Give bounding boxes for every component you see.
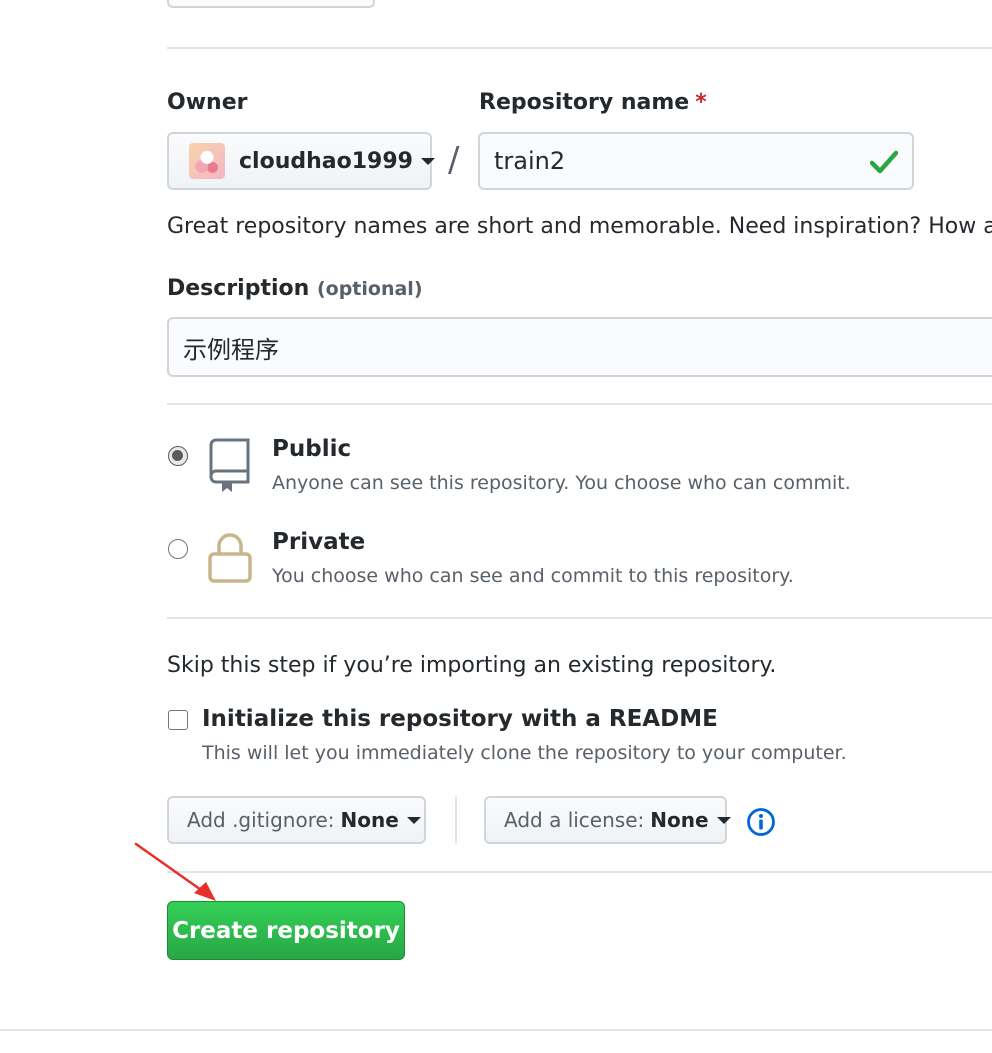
description-value: 示例程序 [183,335,279,364]
annotation-arrow-icon [134,842,216,901]
license-select-button[interactable]: Add a license: None [484,796,731,844]
divider [167,871,992,873]
owner-username: cloudhao1999 [239,148,413,174]
private-title: Private [272,529,366,555]
public-radio[interactable] [168,446,188,466]
gitignore-label: Add .gitignore: [187,808,335,832]
chevron-down-icon [420,157,435,165]
gitignore-value: None [340,808,399,832]
license-label: Add a license: [504,808,645,832]
required-mark: * [695,90,707,115]
chevron-down-icon [406,816,421,824]
select-separator [455,796,457,844]
license-value: None [650,808,709,832]
lock-icon [208,533,252,583]
repo-name-value: train2 [494,147,566,175]
create-repository-button[interactable]: Create repository [167,901,405,960]
description-label: Description (optional) [167,276,423,301]
divider [167,617,992,619]
import-note: Skip this step if you’re importing an ex… [167,653,777,678]
public-title: Public [272,436,352,462]
readme-title: Initialize this repository with a README [202,706,718,732]
repo-name-label: Repository name * [479,90,707,115]
repo-name-hint: Great repository names are short and mem… [167,214,992,239]
top-field-stub[interactable] [167,0,375,8]
avatar [189,143,225,179]
check-icon [870,150,898,174]
public-subtitle: Anyone can see this repository. You choo… [272,472,851,494]
divider [0,1029,992,1031]
info-icon[interactable] [746,807,776,837]
repo-name-input[interactable]: train2 [478,132,914,190]
description-input[interactable]: 示例程序 [167,317,992,377]
private-radio[interactable] [168,539,188,559]
chevron-down-icon [716,816,731,824]
divider [167,47,992,49]
readme-subtitle: This will let you immediately clone the … [202,742,847,764]
owner-label: Owner [167,90,248,115]
owner-select-button[interactable]: cloudhao1999 [167,132,435,190]
optional-tag: (optional) [316,278,423,300]
owner-repo-separator: / [448,140,460,180]
repo-book-icon [209,438,250,492]
divider [167,403,992,405]
private-subtitle: You choose who can see and commit to thi… [272,565,794,587]
gitignore-select-button[interactable]: Add .gitignore: None [167,796,426,844]
readme-checkbox[interactable] [168,710,188,730]
